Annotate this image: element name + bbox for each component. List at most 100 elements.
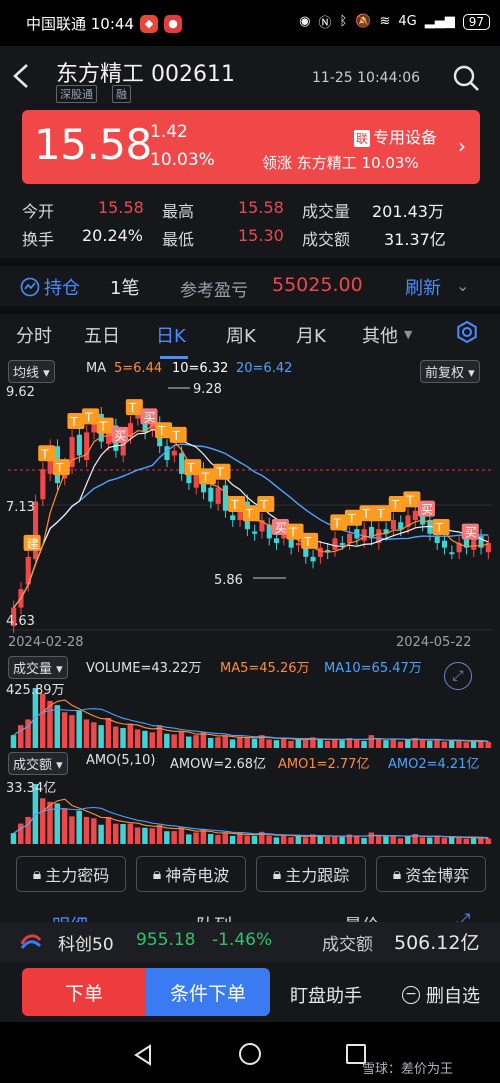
tag-margin: 融: [112, 85, 131, 103]
bar: [273, 837, 280, 844]
trade-marker-label: 买: [143, 410, 155, 424]
index-name: 科创50: [58, 935, 114, 955]
bar: [288, 837, 294, 844]
trade-marker-label: T: [157, 424, 166, 438]
bar: [353, 739, 360, 748]
trade-marker-label: 买: [114, 429, 126, 443]
refresh-button[interactable]: 刷新: [405, 274, 441, 300]
tab-daily-k[interactable]: 日K: [156, 322, 186, 348]
active-tab-indicator: [160, 356, 188, 359]
amount-main: AMO(5,10): [86, 753, 156, 768]
bar: [419, 740, 426, 748]
tab-five-day[interactable]: 五日: [84, 322, 120, 348]
stat-label-high: 最高: [162, 202, 195, 221]
chevron-down-icon[interactable]: ⌄: [456, 276, 469, 295]
bar: [317, 835, 323, 844]
remove-watchlist-button[interactable]: − 删自选: [402, 982, 480, 1008]
bar: [368, 832, 375, 844]
bar: [61, 808, 68, 844]
kline-chart[interactable]: 建TTT TT买T买T TTT TTTT买 TTT T T TT T买T 买 9.28 5.86 …: [0, 380, 500, 650]
amount-max-label: 33.34亿: [6, 781, 56, 796]
bar: [18, 823, 24, 844]
date-end: 2024-05-22: [396, 635, 472, 650]
stat-value-open: 15.58: [98, 198, 144, 217]
bar: [193, 832, 199, 844]
tab-weekly-k[interactable]: 周K: [226, 322, 256, 348]
bar: [164, 733, 170, 748]
stock-title: 东方精工 002611: [56, 62, 235, 87]
bar: [207, 834, 214, 844]
tab-other[interactable]: 其他: [362, 322, 398, 348]
lock-icon: 🔒︎: [272, 864, 282, 883]
bar: [105, 817, 112, 844]
conditional-order-button[interactable]: 条件下单: [146, 968, 270, 1016]
stat-value-turnover: 20.24%: [82, 226, 144, 245]
trade-marker-label: T: [55, 461, 64, 475]
bar: [207, 738, 214, 748]
chevron-right-icon[interactable]: ›: [458, 134, 466, 158]
monitor-helper-button[interactable]: 盯盘助手: [290, 982, 362, 1008]
order-button[interactable]: 下单: [22, 968, 146, 1016]
bar: [149, 732, 155, 748]
lock-button-main-code[interactable]: 🔒︎ 主力密码: [16, 856, 126, 892]
bar: [383, 740, 389, 748]
bar: [127, 823, 134, 844]
settings-icon[interactable]: [455, 320, 479, 349]
tag-shenguton: 深股通: [56, 85, 97, 103]
trade-marker-label: T: [245, 507, 254, 521]
bar: [193, 735, 199, 748]
nav-home-icon[interactable]: [239, 1043, 261, 1065]
bar: [434, 835, 440, 844]
index-turnover-label: 成交额: [322, 935, 373, 955]
holding-button[interactable]: 持仓: [20, 274, 80, 300]
volume-select[interactable]: 成交量 ▾: [8, 656, 68, 679]
ma10-label: 10=6.32: [172, 361, 229, 376]
tab-intraday[interactable]: 分时: [16, 322, 52, 348]
trade-marker-label: 买: [421, 503, 433, 517]
battery-icon: 97: [462, 13, 490, 30]
back-button[interactable]: [12, 62, 30, 97]
candle: [222, 485, 228, 511]
index-value: 955.18: [136, 930, 196, 950]
volume-max-label: 425.89万: [6, 683, 65, 698]
price-change: 1.42: [150, 122, 188, 142]
bar: [332, 738, 338, 748]
bar: [149, 828, 155, 844]
bar: [332, 836, 338, 844]
amount-select[interactable]: 成交额 ▾: [8, 752, 68, 775]
bar: [61, 712, 68, 748]
volume-main: VOLUME=43.22万: [86, 661, 202, 676]
bar: [397, 741, 404, 748]
bar: [368, 735, 375, 748]
bar: [339, 740, 345, 748]
search-icon[interactable]: [452, 64, 480, 92]
candle: [441, 540, 448, 548]
signal-icon: ▂▄▆: [424, 14, 455, 29]
index-change: -1.46%: [212, 930, 273, 950]
nav-back-icon[interactable]: [132, 1044, 154, 1070]
bar: [361, 740, 367, 748]
app-notification-icon-2: ●: [164, 14, 182, 33]
trade-marker-label: T: [362, 507, 371, 521]
bar: [229, 835, 236, 844]
trade-marker-label: T: [230, 498, 239, 512]
trade-marker-label: 买: [465, 526, 477, 540]
tab-monthly-k[interactable]: 月K: [296, 322, 326, 348]
bar: [339, 836, 345, 844]
trade-marker-label: T: [99, 420, 108, 434]
lock-icon: 🔒︎: [32, 864, 42, 883]
amount-chart: 33.34亿: [6, 781, 491, 844]
bar: [91, 818, 97, 844]
sector-link[interactable]: 联专用设备: [354, 124, 437, 148]
lock-button-main-track[interactable]: 🔒︎ 主力跟踪: [256, 856, 366, 892]
bar: [47, 801, 53, 844]
bar: [10, 735, 17, 748]
bar: [463, 742, 469, 748]
bar: [375, 739, 382, 748]
candle: [171, 450, 177, 456]
lock-button-fund-game[interactable]: 🔒︎ 资金博弈: [376, 856, 486, 892]
last-price: 15.58: [34, 120, 152, 169]
trade-marker-label: T: [435, 521, 444, 535]
caret-down-icon[interactable]: ▼: [404, 328, 412, 341]
lock-button-magic-wave[interactable]: 🔒︎ 神奇电波: [136, 856, 246, 892]
